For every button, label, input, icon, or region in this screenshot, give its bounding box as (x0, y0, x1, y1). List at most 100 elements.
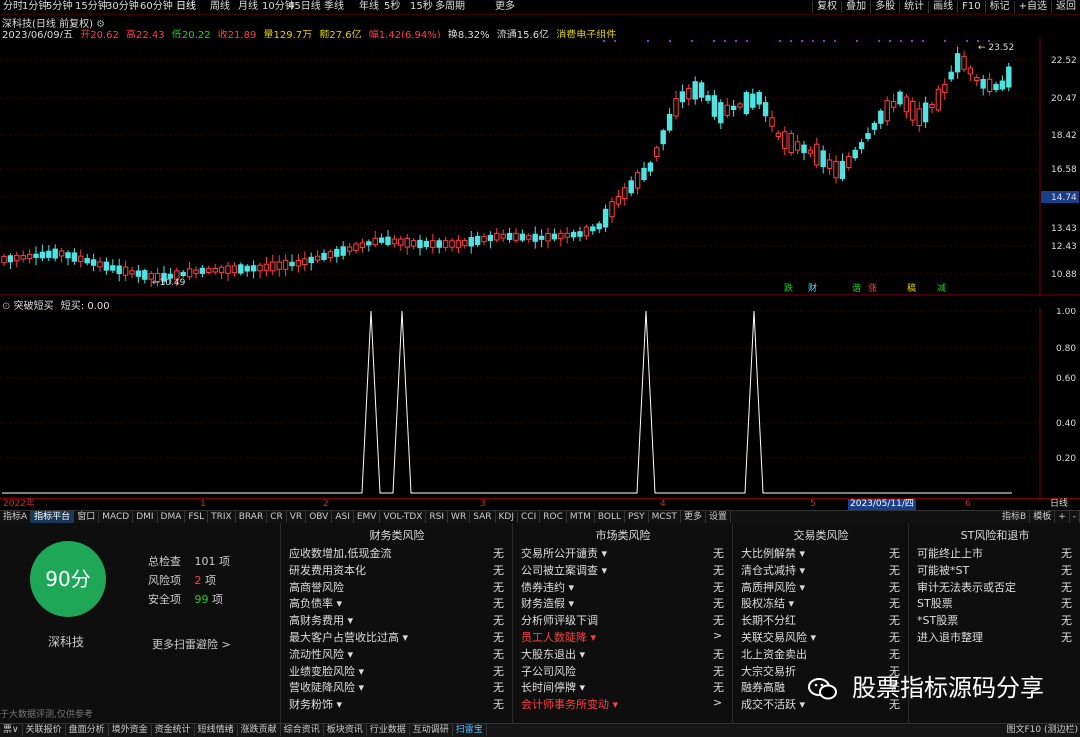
risk-row-label[interactable]: 业绩变脸风险 ▾ (289, 663, 364, 679)
risk-row-label[interactable]: 子公司风险 (521, 663, 576, 679)
period-tab[interactable]: 年线 (359, 1, 379, 13)
indicator-tab[interactable]: 指标平台 (31, 511, 75, 523)
bottom-tab[interactable]: 板块资讯 (324, 724, 367, 736)
period-tab[interactable]: 月线 (238, 1, 258, 13)
risk-row-label[interactable]: 分析师评级下调 (521, 612, 598, 628)
bottom-tab[interactable]: 关联报价 (23, 724, 66, 736)
indicator-tab[interactable]: FSL (185, 511, 209, 523)
period-tab[interactable]: 1分钟 (22, 1, 48, 13)
risk-row-label[interactable]: 研发费用资本化 (289, 562, 366, 578)
risk-row-label[interactable]: 可能被*ST (917, 562, 969, 578)
risk-row-label[interactable]: 清仓式减持 ▾ (741, 562, 805, 578)
period-tab[interactable]: 分时 (3, 1, 23, 13)
indicator-chart[interactable]: 1.00 0.80 0.60 0.40 0.20 (0, 308, 1080, 498)
risk-row-label[interactable]: 可能终止上市 (917, 545, 983, 561)
indicator-tab[interactable]: KDJ (496, 511, 518, 523)
bottom-tab[interactable]: 综合资讯 (281, 724, 324, 736)
indicator-tab-right[interactable]: + (1055, 511, 1070, 523)
risk-row-label[interactable]: ST股票 (917, 595, 953, 611)
indicator-tab[interactable]: 指标A (0, 511, 32, 523)
period-tab[interactable]: 60分钟 (140, 1, 173, 13)
period-tab[interactable]: 30分钟 (106, 1, 139, 13)
period-tab[interactable]: 季线 (324, 1, 344, 13)
risk-row-label[interactable]: 营收陡降风险 ▾ (289, 679, 364, 695)
risk-row-label[interactable]: 高负债率 ▾ (289, 595, 342, 611)
risk-row-label[interactable]: 长时间停牌 ▾ (521, 679, 585, 695)
indicator-tab[interactable]: EMV (354, 511, 381, 523)
period-tab[interactable]: 周线 (210, 1, 230, 13)
indicator-tab[interactable]: SAR (470, 511, 496, 523)
indicator-tab[interactable]: ROC (540, 511, 567, 523)
risk-row-label[interactable]: 关联交易风险 ▾ (741, 629, 816, 645)
indicator-tab[interactable]: MTM (567, 511, 595, 523)
risk-row-label[interactable]: *ST股票 (917, 612, 958, 628)
period-tab[interactable]: 多周期 (435, 1, 465, 13)
risk-row-label[interactable]: 高商誉风险 (289, 579, 344, 595)
indicator-tab[interactable]: RSI (426, 511, 449, 523)
indicator-tab-right[interactable]: 指标B (999, 511, 1031, 523)
risk-row-label[interactable]: 最大客户占营收比过高 ▾ (289, 629, 408, 645)
period-tab[interactable]: 5秒 (384, 1, 400, 13)
indicator-tab[interactable]: DMA (158, 511, 186, 523)
indicator-tab[interactable]: WR (448, 511, 471, 523)
period-tab[interactable]: 15分钟 (75, 1, 108, 13)
bottom-tab[interactable]: 盘面分析 (66, 724, 109, 736)
indicator-tab[interactable]: VOL-TDX (380, 511, 427, 523)
indicator-tab[interactable]: CR (267, 511, 287, 523)
indicator-tab[interactable]: 窗口 (74, 511, 100, 523)
top-button[interactable]: 复权 (812, 1, 841, 13)
risk-row-label[interactable]: 长期不分红 (741, 612, 796, 628)
top-button[interactable]: 叠加 (841, 1, 870, 13)
risk-row-label[interactable]: 员工人数陡降 ▾ (521, 629, 596, 645)
top-button[interactable]: 多股 (870, 1, 899, 13)
risk-row-label[interactable]: 流动性风险 ▾ (289, 646, 353, 662)
period-tab[interactable]: 日线 (176, 1, 196, 13)
indicator-tab[interactable]: BRAR (236, 511, 268, 523)
risk-row-label[interactable]: 交易所公开谴责 ▾ (521, 545, 607, 561)
risk-row-label[interactable]: 高质押风险 ▾ (741, 579, 805, 595)
risk-row-label[interactable]: 债券违约 ▾ (521, 579, 574, 595)
indicator-tab[interactable]: BOLL (595, 511, 626, 523)
bottom-tab[interactable]: 扫雷宝 (453, 724, 487, 736)
indicator-tab[interactable]: TRIX (208, 511, 236, 523)
risk-row-label[interactable]: 进入退市整理 (917, 629, 983, 645)
bottom-right-label[interactable]: 图文F10 (测边栏) (1006, 724, 1078, 736)
top-button[interactable]: 统计 (899, 1, 928, 13)
bottom-tab[interactable]: 涨跌贡献 (238, 724, 281, 736)
bottom-tab[interactable]: 行业数据 (367, 724, 410, 736)
indicator-tab[interactable]: CCI (518, 511, 541, 523)
risk-row-label[interactable]: 大宗交易折 (741, 663, 796, 679)
top-button[interactable]: F10 (957, 1, 984, 13)
indicator-tab[interactable]: 设置 (706, 511, 731, 523)
risk-row-label[interactable]: 大股东退出 ▾ (521, 646, 585, 662)
risk-row-label[interactable]: 财务造假 ▾ (521, 595, 574, 611)
indicator-tab-right[interactable]: 模板 (1030, 511, 1056, 523)
indicator-tab[interactable]: DMI (133, 511, 158, 523)
indicator-tab[interactable]: MACD (99, 511, 134, 523)
candlestick-chart[interactable]: 22.52 20.47 18.42 16.58 14.74 13.43 12.43 10.88… (0, 38, 1080, 296)
top-button[interactable]: 返回 (1051, 1, 1080, 13)
top-button[interactable]: +自选 (1013, 1, 1051, 13)
indicator-tab[interactable]: VR (287, 511, 307, 523)
indicator-tab[interactable]: OBV (306, 511, 333, 523)
bottom-tab[interactable]: 票∨ (0, 724, 23, 736)
bottom-tab[interactable]: 资金统计 (152, 724, 195, 736)
risk-row-label[interactable]: 财务粉饰 ▾ (289, 696, 342, 712)
bottom-tab[interactable]: 短线情绪 (195, 724, 238, 736)
risk-row-label[interactable]: 应收数增加,低现金流 (289, 545, 392, 561)
indicator-tab-right[interactable]: - (1070, 511, 1080, 523)
top-button[interactable]: 画线 (928, 1, 957, 13)
risk-row-label[interactable]: 股权冻结 ▾ (741, 595, 794, 611)
period-tab[interactable]: 更多 (495, 1, 515, 13)
top-button[interactable]: 标记 (984, 1, 1014, 13)
indicator-tab[interactable]: ASI (332, 511, 354, 523)
period-tab[interactable]: 5分钟 (46, 1, 72, 13)
period-tab[interactable]: 15秒 (410, 1, 433, 13)
bottom-tab[interactable]: 境外资金 (109, 724, 152, 736)
indicator-tab[interactable]: PSY (625, 511, 649, 523)
risk-row-label[interactable]: 高财务费用 ▾ (289, 612, 353, 628)
indicator-tab[interactable]: MCST (649, 511, 681, 523)
risk-row-label[interactable]: 审计无法表示或否定 (917, 579, 1016, 595)
risk-row-label[interactable]: 会计师事务所变动 ▾ (521, 696, 618, 712)
period-tab[interactable]: 45日线 (288, 1, 321, 13)
